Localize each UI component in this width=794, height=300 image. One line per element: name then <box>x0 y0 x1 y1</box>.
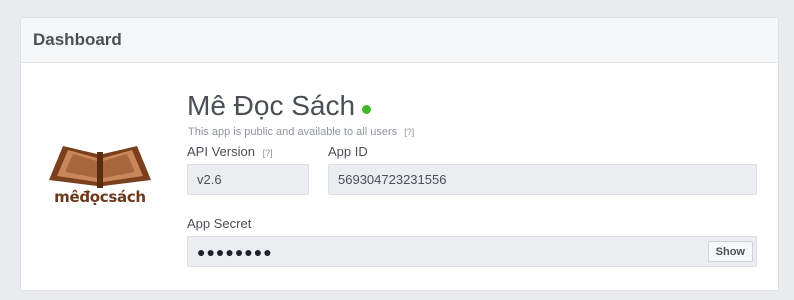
app-name: Mê Đọc Sách <box>187 90 356 121</box>
book-logo-icon <box>49 146 151 188</box>
app-secret-label: App Secret <box>187 216 252 231</box>
app-logo: mêđọcsách <box>43 136 157 216</box>
app-visibility-note: This app is public and available to all … <box>188 126 414 138</box>
api-version-label-row: API Version [?] <box>187 144 273 159</box>
app-description: This app is public and available to all … <box>188 126 398 138</box>
app-secret-value: ●●●●●●●● <box>197 243 273 260</box>
page-title: Dashboard <box>33 30 122 49</box>
app-id-value: 569304723231556 <box>338 172 447 187</box>
api-version-label: API Version <box>187 144 255 159</box>
visibility-help-link[interactable]: [?] <box>404 127 414 137</box>
dashboard-card: Dashboard mêđọcsách Mê Đọc Sách This app… <box>20 17 779 291</box>
show-secret-button[interactable]: Show <box>707 241 753 262</box>
api-version-field[interactable]: v2.6 <box>187 164 309 195</box>
app-id-field[interactable]: 569304723231556 <box>328 164 757 195</box>
api-version-help-link[interactable]: [?] <box>263 148 273 158</box>
status-indicator-icon <box>362 104 372 114</box>
app-id-label: App ID <box>328 144 368 159</box>
card-header: Dashboard <box>21 18 778 63</box>
app-secret-field[interactable]: ●●●●●●●● Show <box>187 236 757 267</box>
logo-wordmark: mêđọcsách <box>54 188 146 206</box>
api-version-value: v2.6 <box>197 172 222 187</box>
app-name-row: Mê Đọc Sách <box>187 90 372 122</box>
